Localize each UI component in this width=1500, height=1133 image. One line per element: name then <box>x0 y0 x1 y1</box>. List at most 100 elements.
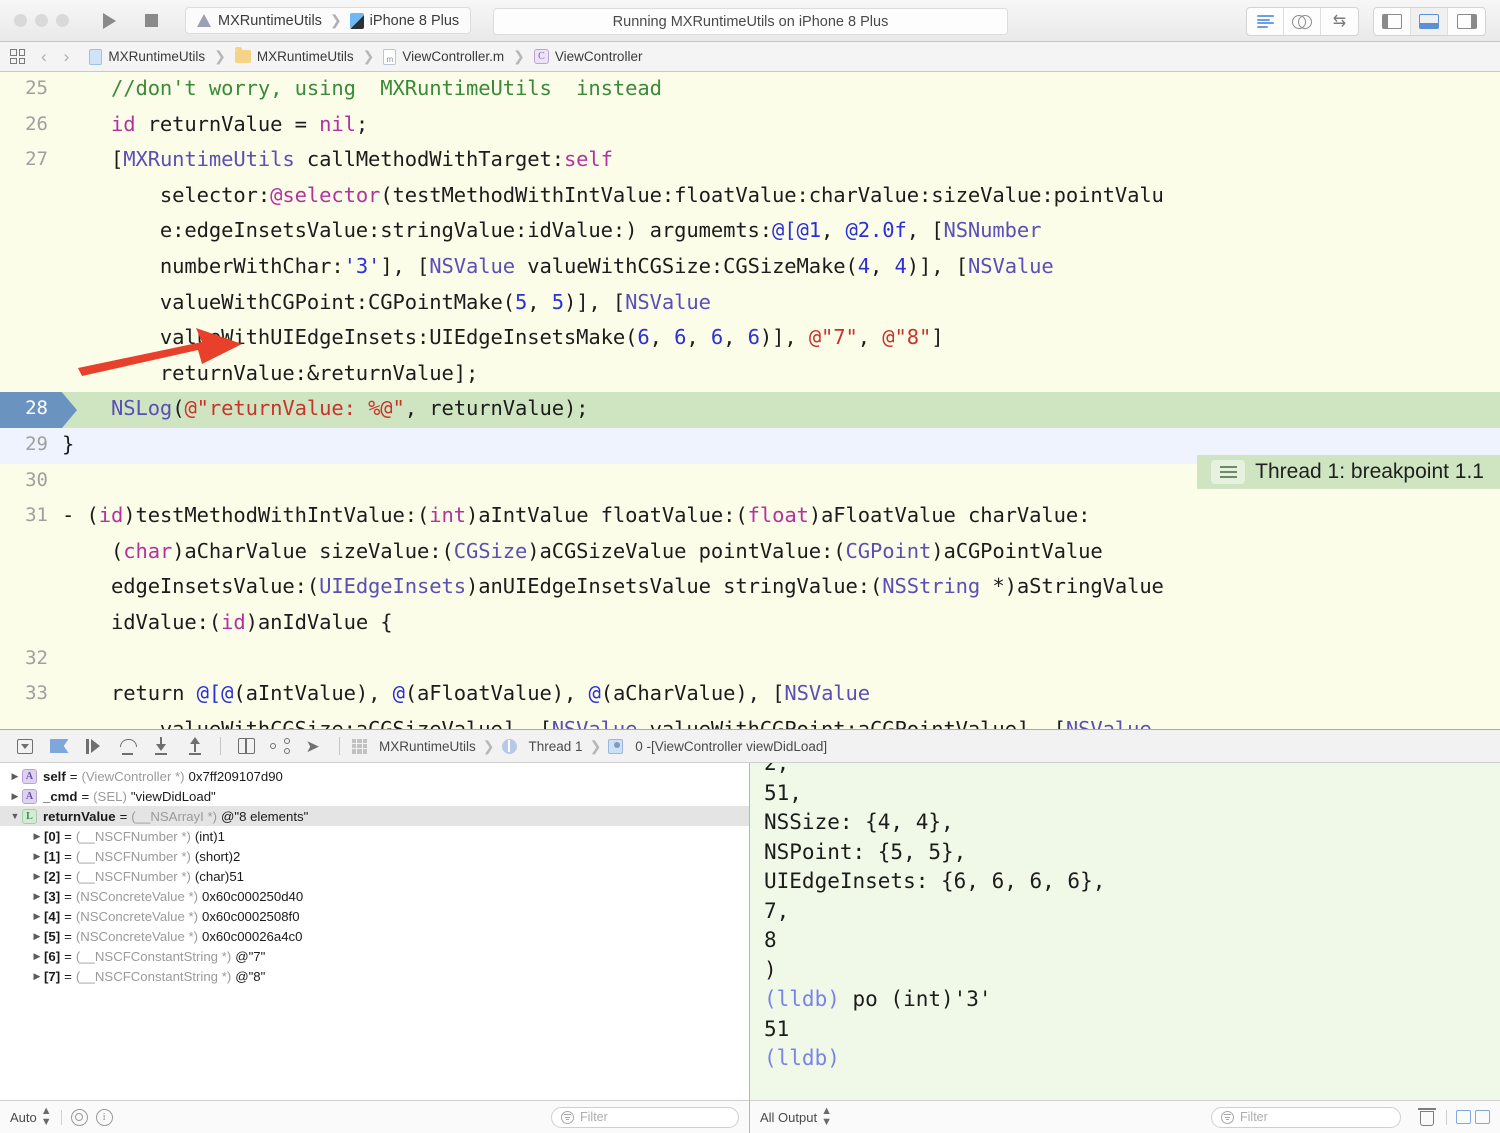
line-number[interactable]: 33 <box>0 677 62 713</box>
variable-row[interactable]: ▶ [3] = (NSConcreteValue *) 0x60c000250d40 <box>0 886 749 906</box>
toggle-debug-area-button[interactable] <box>1411 8 1448 35</box>
scheme-destination-selector[interactable]: MXRuntimeUtils ❯ iPhone 8 Plus <box>185 7 472 34</box>
line-number[interactable] <box>0 321 62 357</box>
breadcrumb-item-project[interactable]: MXRuntimeUtils <box>89 48 205 65</box>
code-line[interactable]: 25 //don't worry, using MXRuntimeUtils i… <box>0 72 1500 108</box>
disclosure-triangle-closed-icon[interactable]: ▶ <box>30 931 44 942</box>
close-window-button[interactable] <box>14 14 27 27</box>
code-line[interactable]: 28 NSLog(@"returnValue: %@", returnValue… <box>0 392 1500 428</box>
disclosure-triangle-closed-icon[interactable]: ▶ <box>30 911 44 922</box>
code-line[interactable]: selector:@selector(testMethodWithIntValu… <box>0 179 1500 215</box>
line-number[interactable]: 30 <box>0 464 62 500</box>
zoom-window-button[interactable] <box>56 14 69 27</box>
variable-row[interactable]: ▶ [4] = (NSConcreteValue *) 0x60c0002508f0 <box>0 906 749 926</box>
hide-debug-area-button[interactable] <box>8 733 42 759</box>
stop-button[interactable] <box>131 8 171 34</box>
line-number[interactable] <box>0 357 62 393</box>
disclosure-triangle-closed-icon[interactable]: ▶ <box>30 831 44 842</box>
line-number[interactable] <box>0 713 62 729</box>
source-editor[interactable]: 25 //don't worry, using MXRuntimeUtils i… <box>0 72 1500 729</box>
variable-row[interactable]: ▼ LreturnValue = (__NSArrayI *) @"8 elements… <box>0 806 749 826</box>
related-items-icon[interactable] <box>10 49 25 64</box>
variable-row[interactable]: ▶ [1] = (__NSCFNumber *) (short)2 <box>0 846 749 866</box>
deactivate-breakpoints-button[interactable] <box>42 733 76 759</box>
standard-editor-button[interactable] <box>1247 8 1284 35</box>
assistant-editor-button[interactable] <box>1284 8 1321 35</box>
run-button[interactable] <box>89 8 129 34</box>
toggle-utilities-button[interactable] <box>1448 8 1485 35</box>
line-number[interactable]: 28 <box>0 392 62 428</box>
disclosure-triangle-closed-icon[interactable]: ▶ <box>8 771 22 782</box>
breadcrumb-item-file[interactable]: m ViewController.m <box>383 48 504 65</box>
annotation-expand-icon[interactable] <box>1211 460 1246 484</box>
scheme-segment[interactable]: MXRuntimeUtils <box>197 13 322 29</box>
debug-memory-graph-button[interactable] <box>263 733 297 759</box>
variable-row[interactable]: ▶ [6] = (__NSCFConstantString *) @"7" <box>0 946 749 966</box>
code-line[interactable]: valueWithCGPoint:CGPointMake(5, 5)], [NS… <box>0 286 1500 322</box>
line-number[interactable] <box>0 570 62 606</box>
variables-view[interactable]: ▶ Aself = (ViewController *) 0x7ff209107d90 ▶… <box>0 763 750 1133</box>
variable-row[interactable]: ▶ [7] = (__NSCFConstantString *) @"8" <box>0 966 749 986</box>
disclosure-triangle-closed-icon[interactable]: ▶ <box>30 851 44 862</box>
variable-row[interactable]: ▶ A _cmd = (SEL) "viewDidLoad" <box>0 786 749 806</box>
disclosure-triangle-closed-icon[interactable]: ▶ <box>8 791 22 802</box>
code-line[interactable]: 31- (id)testMethodWithIntValue:(int)aInt… <box>0 499 1500 535</box>
code-line[interactable]: idValue:(id)anIdValue { <box>0 606 1500 642</box>
line-number[interactable] <box>0 250 62 286</box>
breadcrumb-item-group[interactable]: MXRuntimeUtils <box>234 47 354 64</box>
disclosure-triangle-open-icon[interactable]: ▼ <box>8 811 22 821</box>
step-over-button[interactable] <box>110 733 144 759</box>
simulate-location-button[interactable]: ➤ <box>297 733 331 759</box>
clear-console-button[interactable] <box>1418 1108 1436 1126</box>
code-line[interactable]: numberWithChar:'3'], [NSValue valueWithC… <box>0 250 1500 286</box>
console-output[interactable]: 2, 51, NSSize: {4, 4}, NSPoint: {5, 5}, UIEd… <box>750 763 1500 1100</box>
show-console-pane-button[interactable] <box>1475 1110 1490 1124</box>
code-line[interactable]: valueWithCGSize:aCGSizeValue], [NSValue … <box>0 713 1500 729</box>
debug-view-hierarchy-button[interactable] <box>229 733 263 759</box>
line-number[interactable]: 31 <box>0 499 62 535</box>
line-number[interactable] <box>0 214 62 250</box>
back-button[interactable]: ‹ <box>41 47 47 67</box>
disclosure-triangle-closed-icon[interactable]: ▶ <box>30 891 44 902</box>
code-line[interactable]: (char)aCharValue sizeValue:(CGSize)aCGSi… <box>0 535 1500 571</box>
line-number[interactable]: 27 <box>0 143 62 179</box>
line-number[interactable]: 26 <box>0 108 62 144</box>
variables-filter-field[interactable]: Filter <box>551 1106 739 1128</box>
console-view[interactable]: 2, 51, NSSize: {4, 4}, NSPoint: {5, 5}, UIEd… <box>750 763 1500 1133</box>
variables-scope-label[interactable]: Auto <box>10 1110 37 1125</box>
step-out-button[interactable] <box>178 733 212 759</box>
variable-row[interactable]: ▶ Aself = (ViewController *) 0x7ff209107d90 <box>0 766 749 786</box>
forward-button[interactable]: › <box>64 47 70 67</box>
console-filter-field[interactable]: Filter <box>1211 1106 1401 1128</box>
line-number[interactable] <box>0 286 62 322</box>
debug-crumb-thread[interactable]: Thread 1 <box>501 738 583 754</box>
toggle-navigator-button[interactable] <box>1374 8 1411 35</box>
variable-row[interactable]: ▶ [2] = (__NSCFNumber *) (char)51 <box>0 866 749 886</box>
thread-breakpoint-annotation[interactable]: Thread 1: breakpoint 1.1 <box>1197 455 1500 489</box>
disclosure-triangle-closed-icon[interactable]: ▶ <box>30 871 44 882</box>
code-line[interactable]: 26 id returnValue = nil; <box>0 108 1500 144</box>
breadcrumb-item-symbol[interactable]: C ViewController <box>533 49 642 64</box>
show-variables-pane-button[interactable] <box>1456 1110 1471 1124</box>
disclosure-triangle-closed-icon[interactable]: ▶ <box>30 951 44 962</box>
code-line[interactable]: valueWithUIEdgeInsets:UIEdgeInsetsMake(6… <box>0 321 1500 357</box>
console-scope-label[interactable]: All Output <box>760 1110 817 1125</box>
code-line[interactable]: edgeInsetsValue:(UIEdgeInsets)anUIEdgeIn… <box>0 570 1500 606</box>
line-number[interactable]: 25 <box>0 72 62 108</box>
line-number[interactable]: 32 <box>0 642 62 678</box>
line-number[interactable] <box>0 606 62 642</box>
destination-segment[interactable]: iPhone 8 Plus <box>349 12 459 29</box>
code-line[interactable]: 27 [MXRuntimeUtils callMethodWithTarget:… <box>0 143 1500 179</box>
disclosure-triangle-closed-icon[interactable]: ▶ <box>30 971 44 982</box>
code-line[interactable]: returnValue:&returnValue]; <box>0 357 1500 393</box>
line-number[interactable]: 29 <box>0 428 62 464</box>
debug-crumb-process[interactable]: MXRuntimeUtils <box>352 738 476 754</box>
line-number[interactable] <box>0 179 62 215</box>
minimize-window-button[interactable] <box>35 14 48 27</box>
variables-list[interactable]: ▶ Aself = (ViewController *) 0x7ff209107d90 ▶… <box>0 763 749 1100</box>
line-number[interactable] <box>0 535 62 571</box>
continue-button[interactable] <box>76 733 110 759</box>
variable-row[interactable]: ▶ [5] = (NSConcreteValue *) 0x60c00026a4c0 <box>0 926 749 946</box>
version-editor-button[interactable]: ⇆ <box>1321 8 1358 35</box>
step-into-button[interactable] <box>144 733 178 759</box>
